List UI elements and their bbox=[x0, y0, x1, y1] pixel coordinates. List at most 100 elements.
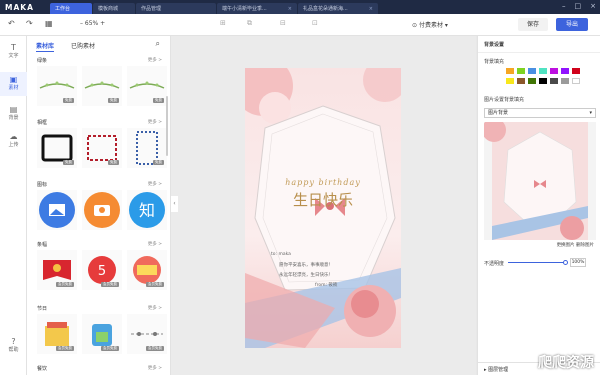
tab-design-2[interactable]: 礼品盒花朵通新海... × bbox=[298, 3, 378, 14]
material-thumbnail[interactable]: 5 会员免费 bbox=[82, 250, 122, 290]
script-title: happy birthday bbox=[285, 178, 361, 187]
tab-design-1[interactable]: 端午小清新毕业季... × bbox=[217, 3, 297, 14]
more-link[interactable]: 更多 > bbox=[148, 365, 162, 371]
align-icon[interactable]: ⊞ bbox=[220, 19, 226, 27]
material-thumbnail[interactable] bbox=[37, 190, 77, 230]
save-button[interactable]: 保存 bbox=[518, 18, 548, 31]
tab-workbench[interactable]: 工作台 bbox=[50, 3, 92, 14]
nav-background[interactable]: ▤ 背景 bbox=[0, 102, 27, 126]
color-swatch[interactable] bbox=[561, 78, 569, 84]
tab-template-store[interactable]: 模板商城 bbox=[93, 3, 135, 14]
nav-label: 上传 bbox=[8, 142, 19, 148]
close-window-icon[interactable]: × bbox=[590, 2, 596, 10]
price-badge: 会员免费 bbox=[146, 346, 164, 351]
tab-label: 礼品盒花朵通新海... bbox=[303, 6, 348, 12]
more-link[interactable]: 更多 > bbox=[148, 119, 162, 125]
material-thumbnail[interactable] bbox=[82, 190, 122, 230]
opacity-input[interactable]: 100% bbox=[570, 258, 586, 267]
section-title: 节日 bbox=[37, 306, 48, 312]
more-link[interactable]: 更多 > bbox=[148, 57, 162, 63]
help-icon: ? bbox=[11, 337, 16, 346]
color-swatch[interactable] bbox=[506, 78, 514, 84]
price-badge: 会员免费 bbox=[56, 282, 74, 287]
nav-help[interactable]: ? 帮助 bbox=[0, 334, 27, 358]
tab-label: 作品管理 bbox=[141, 6, 162, 12]
material-thumbnail[interactable]: 知 bbox=[127, 190, 167, 230]
card-from: from: 筱筱 bbox=[315, 283, 338, 288]
more-link[interactable]: 更多 > bbox=[148, 305, 162, 311]
flower-decoration bbox=[259, 92, 291, 124]
color-swatch[interactable] bbox=[572, 78, 580, 84]
panel-header: 背景设置 bbox=[484, 42, 505, 48]
minimize-icon[interactable]: – bbox=[562, 2, 566, 10]
card-title: 生日快乐 bbox=[292, 191, 353, 209]
price-badge: 免费 bbox=[153, 160, 164, 165]
nav-label: 帮助 bbox=[8, 347, 19, 353]
color-swatch[interactable] bbox=[517, 68, 525, 74]
search-icon[interactable]: ⌕ bbox=[156, 39, 160, 49]
watermark: 爬爬资源 bbox=[538, 355, 594, 371]
background-preview[interactable] bbox=[484, 122, 596, 240]
background-select[interactable]: 图片背景 ▾ bbox=[484, 108, 596, 118]
close-icon[interactable]: × bbox=[284, 6, 292, 12]
collapse-panel-icon[interactable]: ‹ bbox=[171, 196, 178, 212]
material-thumbnail[interactable]: 会员免费 bbox=[127, 250, 167, 290]
opacity-slider[interactable] bbox=[508, 262, 566, 263]
layer-icon[interactable]: ⊟ bbox=[280, 19, 286, 27]
tab-library[interactable]: 素材库 bbox=[36, 41, 55, 52]
chevron-down-icon: ▾ bbox=[589, 110, 592, 116]
opacity-slider-handle[interactable] bbox=[563, 260, 568, 265]
svg-text:5: 5 bbox=[98, 264, 106, 279]
scrollbar[interactable] bbox=[166, 96, 168, 156]
price-badge: 会员免费 bbox=[146, 282, 164, 287]
material-thumbnail[interactable]: 会员免费 bbox=[37, 314, 77, 354]
zoom-control[interactable]: – 65% + bbox=[80, 20, 105, 27]
group-icon[interactable]: ⧉ bbox=[247, 19, 252, 28]
layout-icon[interactable]: ▦ bbox=[45, 19, 53, 28]
close-icon[interactable]: × bbox=[365, 6, 373, 12]
material-thumbnail[interactable]: 免费 bbox=[127, 128, 167, 168]
color-swatch[interactable] bbox=[528, 78, 536, 84]
material-thumbnail[interactable]: 免费 bbox=[37, 128, 77, 168]
price-badge: 会员免费 bbox=[101, 346, 119, 351]
redo-icon[interactable]: ↷ bbox=[26, 19, 33, 28]
material-thumbnail[interactable]: 免费 bbox=[82, 66, 122, 106]
delete-image-link[interactable]: 删除图片 bbox=[576, 243, 594, 248]
color-swatch[interactable] bbox=[517, 78, 525, 84]
material-thumbnail[interactable]: 免费 bbox=[82, 128, 122, 168]
flower-decoration bbox=[351, 290, 379, 318]
material-thumbnail[interactable]: 免费 bbox=[127, 66, 167, 106]
color-swatch[interactable] bbox=[561, 68, 569, 74]
maximize-icon[interactable]: □ bbox=[575, 2, 582, 10]
paid-material-toggle[interactable]: ⊙ 付费素材 ▾ bbox=[412, 20, 448, 29]
window-controls: – □ × bbox=[562, 2, 596, 10]
color-swatch[interactable] bbox=[506, 68, 514, 74]
color-swatch[interactable] bbox=[539, 78, 547, 84]
nav-text[interactable]: T 文字 bbox=[0, 40, 27, 64]
material-thumbnail[interactable]: 会员免费 bbox=[37, 250, 77, 290]
nav-upload[interactable]: ☁ 上传 bbox=[0, 129, 27, 153]
canvas-area: ‹ happy birthday 生日快乐 to: maka 愿你平安喜乐，事事… bbox=[171, 36, 476, 375]
nav-material[interactable]: ▣ 素材 bbox=[0, 72, 27, 96]
color-swatch[interactable] bbox=[550, 68, 558, 74]
preview-artwork bbox=[484, 122, 588, 240]
more-link[interactable]: 更多 > bbox=[148, 241, 162, 247]
replace-image-link[interactable]: 更换图片 bbox=[557, 243, 575, 248]
more-link[interactable]: 更多 > bbox=[148, 181, 162, 187]
color-swatch[interactable] bbox=[550, 78, 558, 84]
material-thumbnail[interactable]: 会员免费 bbox=[127, 314, 167, 354]
undo-icon[interactable]: ↶ bbox=[8, 19, 15, 28]
lock-icon[interactable]: ⊡ bbox=[312, 19, 318, 27]
tab-label: 工作台 bbox=[55, 6, 71, 12]
color-swatch[interactable] bbox=[528, 68, 536, 74]
image-actions: 更换图片 删除图片 bbox=[557, 242, 594, 248]
right-panel: 背景设置 背景填充 图片设置背景填充 图片背景 ▾ 更换图片 删除图片 不透明度 … bbox=[477, 36, 600, 375]
tab-works[interactable]: 作品管理 bbox=[136, 3, 216, 14]
birthday-card[interactable]: happy birthday 生日快乐 to: maka 愿你平安喜乐，事事顺意… bbox=[245, 68, 401, 348]
color-swatch[interactable] bbox=[572, 68, 580, 74]
material-thumbnail[interactable]: 会员免费 bbox=[82, 314, 122, 354]
material-thumbnail[interactable]: 免费 bbox=[37, 66, 77, 106]
export-button[interactable]: 导出 bbox=[556, 18, 588, 31]
tab-purchased[interactable]: 已购素材 bbox=[71, 41, 95, 50]
color-swatch[interactable] bbox=[539, 68, 547, 74]
